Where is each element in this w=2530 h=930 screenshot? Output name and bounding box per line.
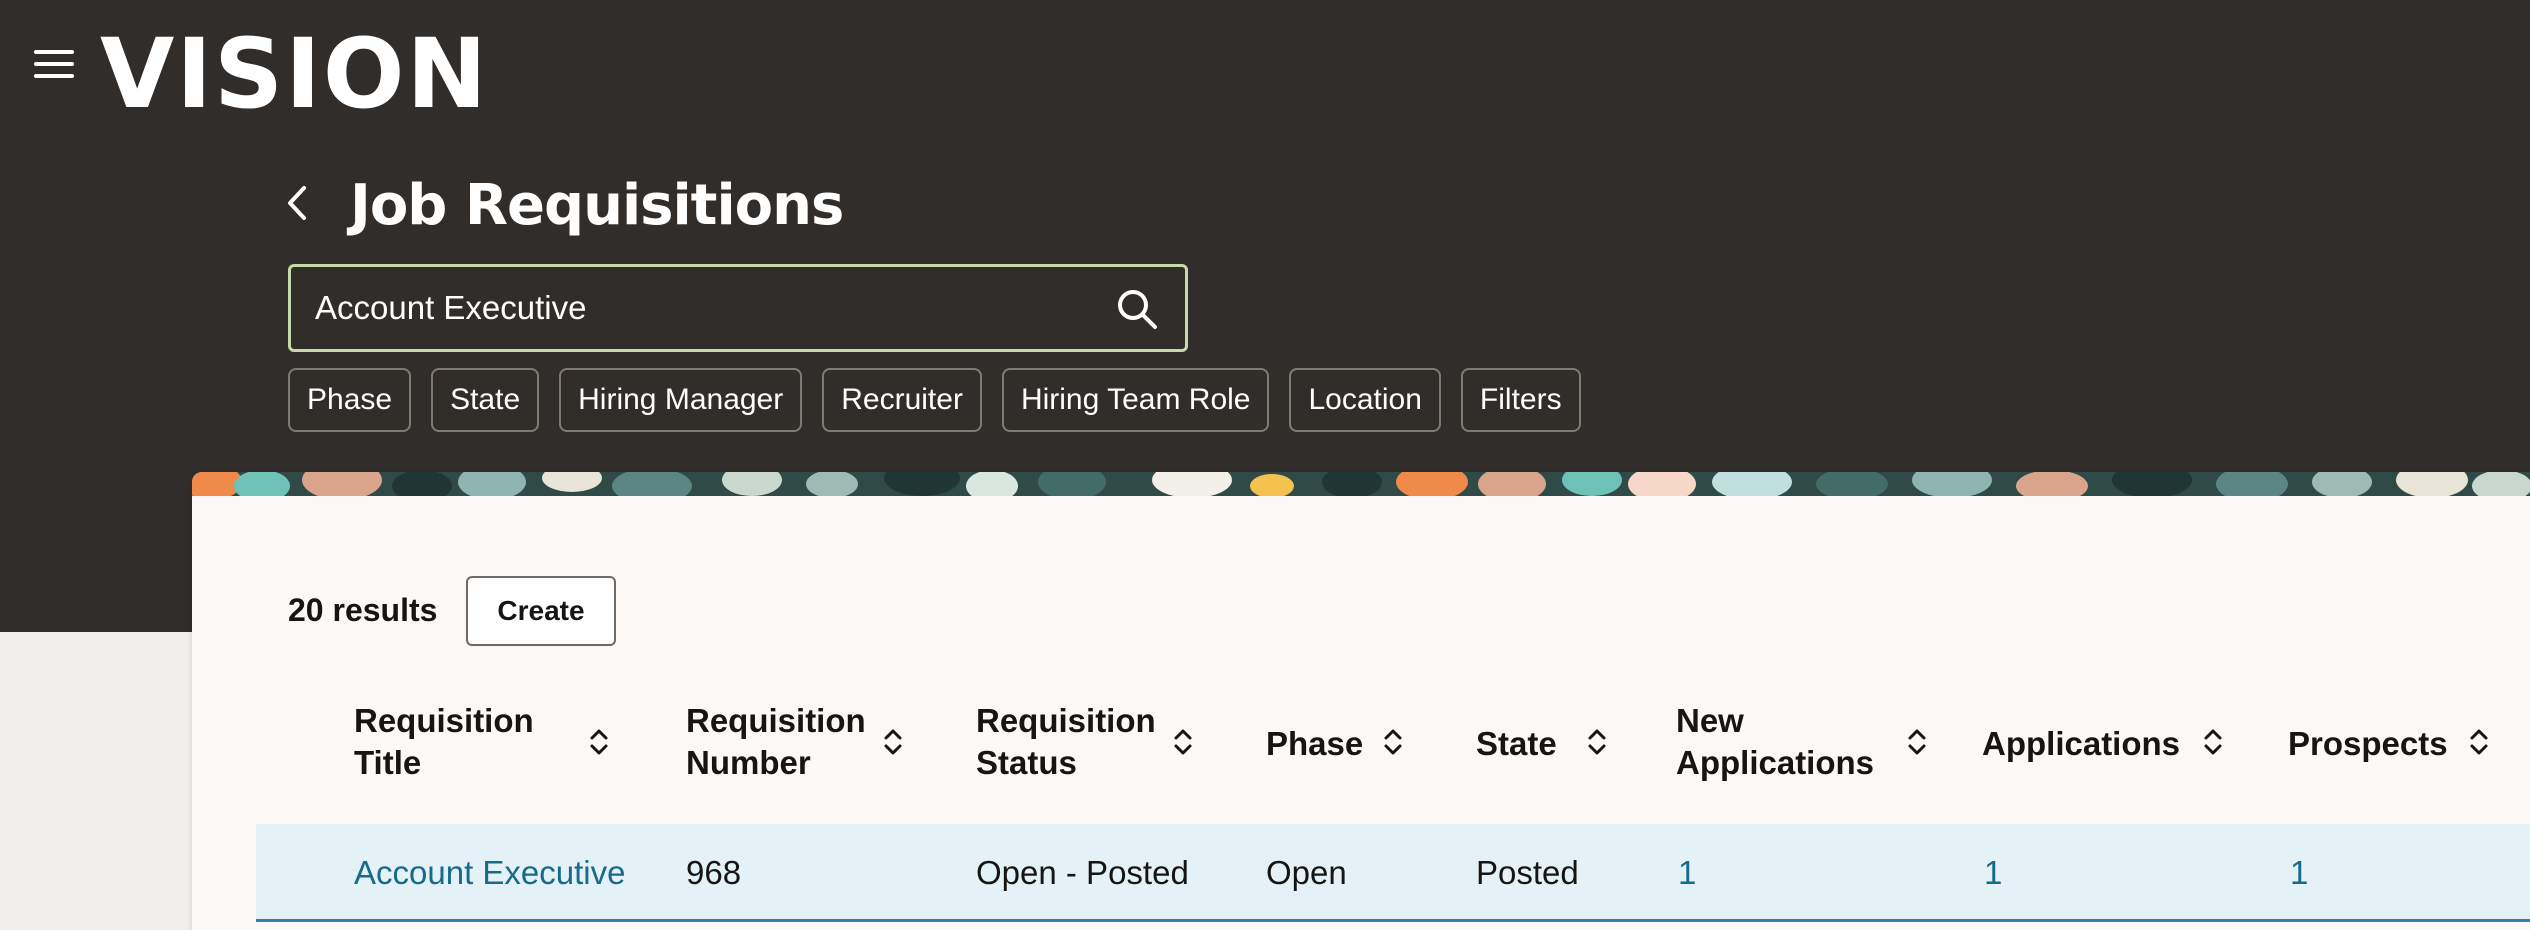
search-input[interactable] <box>315 267 1075 349</box>
results-card: 20 results Create Requisition Title Requi… <box>192 472 2530 930</box>
search-icon[interactable] <box>1115 287 1159 331</box>
column-header-label: Requisition Status <box>976 702 1156 781</box>
filter-chip-hiring-team-role[interactable]: Hiring Team Role <box>1001 368 1270 432</box>
applications-link[interactable]: 1 <box>1984 824 2002 922</box>
column-header-label: Applications <box>1982 725 2181 763</box>
requisition-status-cell: Open - Posted <box>976 854 1189 891</box>
column-header-requisition-number[interactable]: Requisition Number <box>686 700 902 784</box>
requisition-title-link[interactable]: Account Executive <box>354 824 625 922</box>
sort-up-down-icon[interactable] <box>588 726 610 758</box>
hamburger-menu-icon[interactable] <box>34 46 76 82</box>
filter-chip-phase[interactable]: Phase <box>288 368 412 432</box>
sort-up-down-icon[interactable] <box>1586 726 1608 758</box>
column-header-state[interactable]: State <box>1476 721 1606 765</box>
sort-up-down-icon[interactable] <box>2202 726 2224 758</box>
column-header-new-applications[interactable]: New Applications <box>1676 700 1926 784</box>
sort-up-down-icon[interactable] <box>1172 726 1194 758</box>
prospects-link[interactable]: 1 <box>2290 824 2308 922</box>
new-applications-link[interactable]: 1 <box>1678 824 1696 922</box>
column-header-label: Phase <box>1266 725 1364 763</box>
sort-up-down-icon[interactable] <box>2468 726 2490 758</box>
sort-up-down-icon[interactable] <box>882 726 904 758</box>
filter-chip-filters[interactable]: Filters <box>1460 368 1581 432</box>
column-header-requisition-title[interactable]: Requisition Title <box>354 700 608 784</box>
phase-cell: Open <box>1266 854 1347 891</box>
column-header-applications[interactable]: Applications <box>1982 721 2222 765</box>
results-count: 20 results <box>288 592 438 628</box>
sort-up-down-icon[interactable] <box>1906 726 1928 758</box>
column-header-phase[interactable]: Phase <box>1266 721 1402 765</box>
column-header-label: Prospects <box>2288 725 2448 763</box>
filter-chip-recruiter[interactable]: Recruiter <box>822 368 982 432</box>
decorative-banner <box>192 472 2530 496</box>
requisition-number-cell: 968 <box>686 854 742 891</box>
column-header-prospects[interactable]: Prospects <box>2288 721 2488 765</box>
filter-chip-hiring-manager[interactable]: Hiring Manager <box>559 368 803 432</box>
back-button[interactable] <box>282 180 314 226</box>
column-header-requisition-status[interactable]: Requisition Status <box>976 700 1192 784</box>
page-title: Job Requisitions <box>350 173 844 238</box>
filter-chip-location[interactable]: Location <box>1289 368 1441 432</box>
filter-chip-state[interactable]: State <box>431 368 540 432</box>
search-field[interactable] <box>288 264 1188 352</box>
sort-up-down-icon[interactable] <box>1382 726 1404 758</box>
column-header-label: State <box>1476 725 1557 763</box>
column-header-label: Requisition Number <box>686 702 866 781</box>
vision-logo: VISION <box>100 18 489 130</box>
create-button[interactable]: Create <box>466 576 616 646</box>
column-header-label: Requisition Title <box>354 702 534 781</box>
chevron-left-icon <box>288 186 306 220</box>
column-header-label: New Applications <box>1676 702 1875 781</box>
filter-chips: Phase State Hiring Manager Recruiter Hir… <box>288 368 1581 432</box>
state-cell: Posted <box>1476 854 1579 891</box>
